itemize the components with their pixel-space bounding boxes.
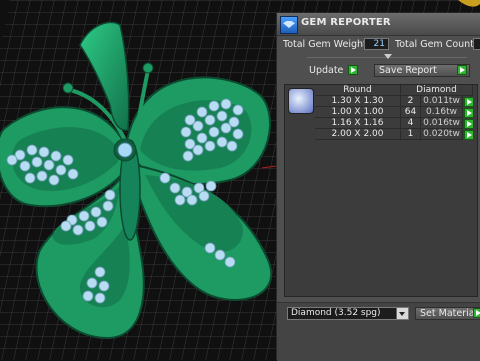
total-weight-value: 21 — [364, 38, 389, 50]
row-count: 64 — [401, 107, 421, 118]
dropdown-arrow-icon[interactable] — [396, 308, 408, 319]
row-size: 1.30 X 1.30 — [315, 96, 401, 107]
gem-table: Round Diamond 1.30 X 1.30 2 0.011tw 1.00… — [284, 84, 478, 297]
row-select-icon[interactable] — [464, 119, 474, 129]
gem-reporter-icon — [280, 16, 298, 34]
gem-shape-icon — [288, 88, 314, 114]
total-count-label: Total Gem Count — [395, 39, 474, 50]
row-select-icon[interactable] — [464, 130, 474, 140]
collapse-arrow-icon[interactable] — [384, 54, 392, 59]
panel-titlebar: GEM REPORTER — [277, 13, 480, 36]
material-select[interactable]: Diamond (3.52 spg) — [287, 307, 409, 320]
row-count: 1 — [401, 129, 421, 140]
save-report-button[interactable]: Save Report — [374, 64, 470, 77]
total-count-value — [473, 38, 480, 50]
row-size: 1.16 X 1.16 — [315, 118, 401, 129]
material-footer: Diamond (3.52 spg) Set Material — [277, 302, 480, 361]
update-button[interactable] — [348, 65, 358, 75]
set-material-button[interactable]: Set Material — [415, 307, 480, 320]
row-weight: 0.016tw — [421, 118, 463, 129]
material-select-value: Diamond (3.52 spg) — [291, 308, 381, 318]
save-report-go-icon[interactable] — [457, 65, 467, 75]
row-weight: 0.011tw — [421, 96, 463, 107]
total-weight-label: Total Gem Weight — [283, 39, 367, 50]
row-count: 4 — [401, 118, 421, 129]
set-material-go-icon[interactable] — [473, 308, 480, 318]
table-header-shape: Round — [315, 85, 401, 96]
row-select-icon[interactable] — [464, 97, 474, 107]
row-weight: 0.16tw — [421, 107, 463, 118]
row-select-icon[interactable] — [464, 108, 474, 118]
row-weight: 0.020tw — [421, 129, 463, 140]
row-size: 1.00 X 1.00 — [315, 107, 401, 118]
row-count: 2 — [401, 96, 421, 107]
update-label: Update — [309, 65, 344, 76]
table-header-material: Diamond — [401, 85, 473, 96]
panel-title: GEM REPORTER — [301, 17, 391, 28]
row-size: 2.00 X 2.00 — [315, 129, 401, 140]
gem-reporter-panel: GEM REPORTER Total Gem Weight 21 Total G… — [276, 13, 480, 361]
